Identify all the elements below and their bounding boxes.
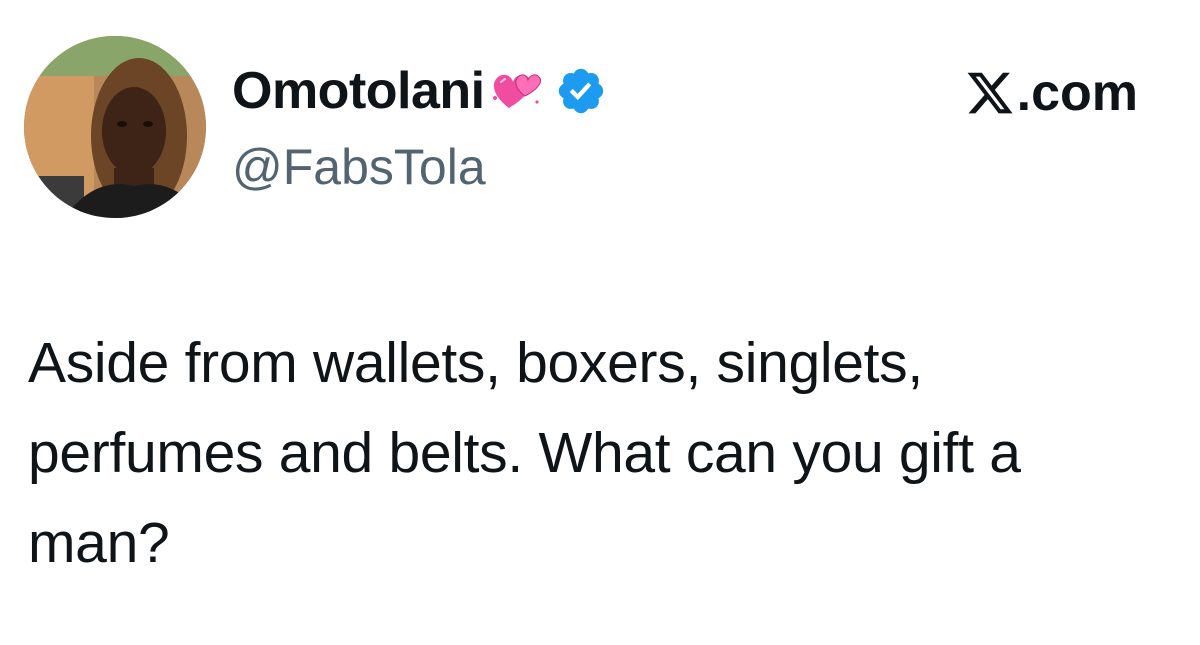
- x-logo-icon: [965, 68, 1015, 118]
- author-name-row: Omotolani: [232, 58, 607, 124]
- author-display-name[interactable]: Omotolani: [232, 58, 485, 124]
- tweet-text: Aside from wallets, boxers, singlets, pe…: [28, 318, 1178, 588]
- tweet-card: Omotolani @FabsTola .com Aside from wall…: [0, 0, 1200, 645]
- tweet-text-line: perfumes and belts. What can you gift a: [28, 421, 1021, 485]
- avatar-photo: [24, 36, 206, 218]
- site-label[interactable]: .com: [965, 60, 1138, 126]
- author-handle[interactable]: @FabsTola: [232, 135, 486, 199]
- pink-hearts-emoji-icon: [487, 62, 545, 120]
- tweet-text-line: man?: [28, 511, 170, 575]
- author-avatar[interactable]: [24, 36, 206, 218]
- site-domain: .com: [1016, 64, 1138, 122]
- verified-badge-icon: [555, 65, 607, 117]
- tweet-text-line: Aside from wallets, boxers, singlets,: [28, 331, 923, 395]
